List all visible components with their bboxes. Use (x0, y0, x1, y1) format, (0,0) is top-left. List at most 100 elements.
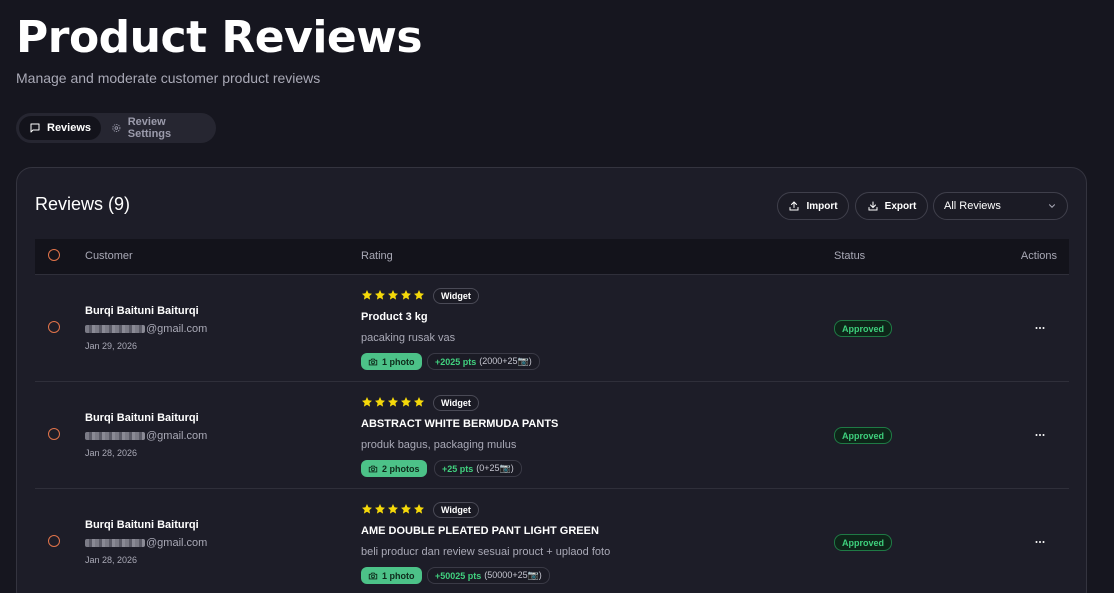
customer-name: Burqi Baituni Baiturqi (85, 305, 199, 317)
review-text: produk bagus, packaging mulus (361, 439, 517, 451)
tab-review-settings-label: Review Settings (127, 116, 172, 140)
star-icon (362, 290, 372, 300)
column-customer: Customer (85, 250, 133, 262)
source-badge: Widget (433, 395, 479, 411)
review-filter-value: All Reviews (944, 200, 1001, 212)
download-icon (868, 201, 878, 211)
customer-name: Burqi Baituni Baiturqi (85, 519, 199, 531)
row-actions-button[interactable] (1030, 318, 1050, 338)
customer-email: @gmail.com (85, 430, 207, 442)
row-actions-button[interactable] (1030, 532, 1050, 552)
reviews-card: Reviews (9) Import Export All Reviews Cu… (16, 167, 1087, 593)
tab-bar: Reviews Review Settings (16, 113, 216, 143)
points-total: +2025 pts (435, 356, 477, 367)
tab-review-settings[interactable]: Review Settings (101, 116, 213, 140)
chevron-down-icon (1048, 204, 1056, 208)
star-icon (362, 397, 372, 407)
review-date: Jan 28, 2026 (85, 448, 138, 458)
star-icon (388, 504, 398, 514)
gear-icon (112, 123, 121, 133)
export-label: Export (884, 200, 917, 212)
star-rating (361, 396, 425, 408)
customer-email: @gmail.com (85, 323, 207, 335)
select-all-radio[interactable] (48, 249, 60, 261)
product-name: AME DOUBLE PLEATED PANT LIGHT GREEN (361, 525, 599, 537)
star-icon (375, 290, 385, 300)
message-square-icon (30, 123, 40, 133)
points-detail: (0+25📷) (476, 463, 514, 473)
star-icon (401, 290, 411, 300)
star-icon (362, 504, 372, 514)
column-rating: Rating (361, 250, 393, 262)
column-actions: Actions (1020, 250, 1057, 262)
table-header: Customer Rating Status Actions (35, 239, 1069, 275)
photo-count-label: 1 photo (382, 570, 415, 581)
points-total: +50025 pts (435, 570, 482, 581)
page-subtitle: Manage and moderate customer product rev… (16, 70, 321, 86)
email-domain: @gmail.com (146, 537, 208, 549)
tab-reviews[interactable]: Reviews (19, 116, 102, 140)
star-icon (414, 397, 424, 407)
star-icon (414, 290, 424, 300)
star-rating (361, 503, 425, 515)
source-badge: Widget (433, 288, 479, 304)
review-text: pacaking rusak vas (361, 332, 456, 344)
import-label: Import (806, 200, 838, 212)
star-icon (401, 504, 411, 514)
photo-count-badge[interactable]: 2 photos (361, 460, 427, 477)
points-badge: +50025 pts (50000+25📷) (427, 567, 550, 584)
more-horizontal-icon (1035, 541, 1045, 543)
points-total: +25 pts (442, 463, 474, 474)
camera-icon (368, 358, 378, 365)
points-badge: +25 pts (0+25📷) (434, 460, 522, 477)
star-icon (388, 290, 398, 300)
more-horizontal-icon (1035, 434, 1045, 436)
photo-count-badge[interactable]: 1 photo (361, 567, 422, 584)
export-button[interactable]: Export (855, 192, 928, 220)
email-domain: @gmail.com (146, 323, 208, 335)
review-filter-select[interactable]: All Reviews (933, 192, 1068, 220)
row-select-radio[interactable] (48, 321, 60, 333)
status-badge: Approved (834, 534, 893, 551)
tab-reviews-label: Reviews (47, 122, 92, 134)
row-actions-button[interactable] (1030, 425, 1050, 445)
star-icon (375, 504, 385, 514)
photo-count-badge[interactable]: 1 photo (361, 353, 422, 370)
review-date: Jan 28, 2026 (85, 555, 138, 565)
points-detail: (50000+25📷) (484, 570, 542, 580)
customer-email: @gmail.com (85, 537, 207, 549)
status-badge: Approved (834, 427, 893, 444)
column-status: Status (834, 250, 866, 262)
photo-count-label: 1 photo (382, 356, 415, 367)
page-title: Product Reviews (16, 12, 423, 63)
table-row: Burqi Baituni Baiturqi @gmail.com Jan 28… (35, 382, 1069, 489)
star-icon (388, 397, 398, 407)
star-rating (361, 289, 425, 301)
status-badge: Approved (834, 320, 893, 337)
row-select-radio[interactable] (48, 535, 60, 547)
star-icon (375, 397, 385, 407)
points-badge: +2025 pts (2000+25📷) (427, 353, 540, 370)
import-button[interactable]: Import (777, 192, 849, 220)
points-detail: (2000+25📷) (479, 356, 532, 366)
review-text: beli producr dan review sesuai prouct + … (361, 546, 611, 558)
star-icon (401, 397, 411, 407)
upload-icon (789, 201, 799, 211)
redacted-email-user (85, 325, 145, 333)
email-domain: @gmail.com (146, 430, 208, 442)
photo-count-label: 2 photos (382, 463, 420, 474)
row-select-radio[interactable] (48, 428, 60, 440)
review-date: Jan 29, 2026 (85, 341, 138, 351)
source-badge: Widget (433, 502, 479, 518)
redacted-email-user (85, 432, 145, 440)
product-name: Product 3 kg (361, 311, 428, 323)
more-horizontal-icon (1035, 327, 1045, 329)
customer-name: Burqi Baituni Baiturqi (85, 412, 199, 424)
redacted-email-user (85, 539, 145, 547)
star-icon (414, 504, 424, 514)
camera-icon (368, 572, 378, 579)
table-row: Burqi Baituni Baiturqi @gmail.com Jan 28… (35, 489, 1069, 593)
table-row: Burqi Baituni Baiturqi @gmail.com Jan 29… (35, 275, 1069, 382)
reviews-count-title: Reviews (9) (35, 194, 131, 214)
product-name: ABSTRACT WHITE BERMUDA PANTS (361, 418, 559, 430)
